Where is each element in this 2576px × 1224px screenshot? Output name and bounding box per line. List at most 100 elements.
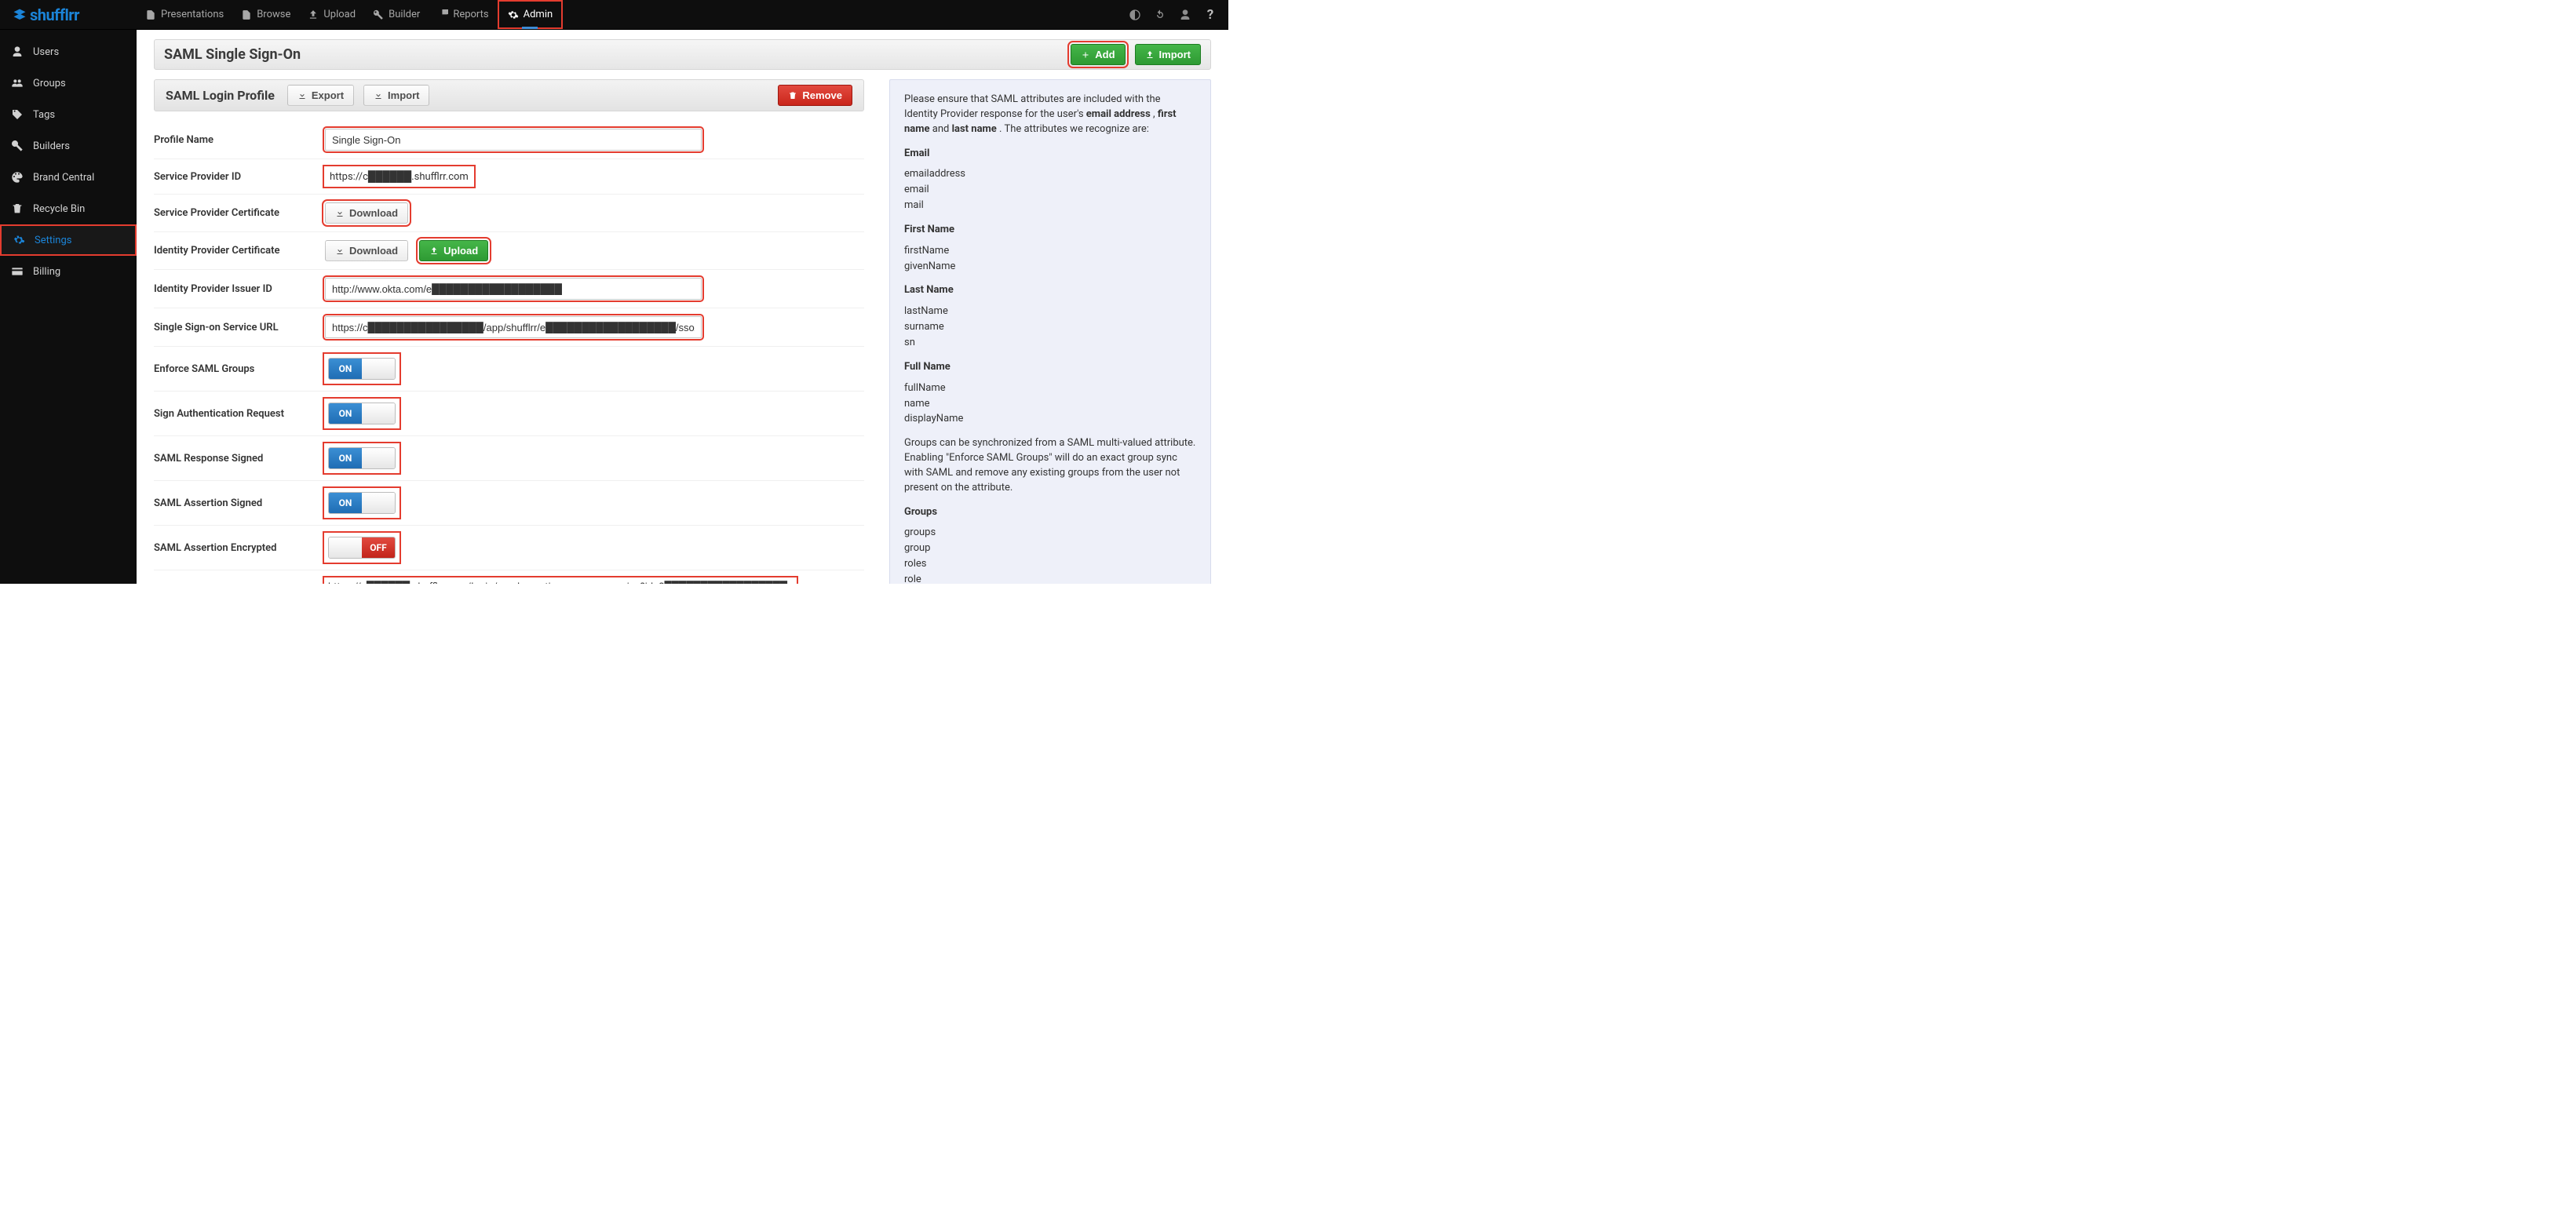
sp-cert-download-button[interactable]: Download (325, 202, 408, 224)
palette-icon (11, 171, 24, 184)
sidebar-item-tags[interactable]: Tags (0, 99, 137, 130)
panel-import-button[interactable]: Import (363, 85, 429, 106)
import-label2: Import (388, 89, 419, 101)
sign-auth-toggle[interactable]: ON (328, 403, 396, 424)
download-icon (335, 209, 345, 218)
attr-item: role (904, 573, 1196, 584)
acs-url-text: https://c██████.shufflrr.com/login/samla… (325, 578, 796, 584)
sidebar-item-label: Tags (33, 109, 55, 121)
import-label: Import (1159, 49, 1191, 60)
sidebar-item-brand-central[interactable]: Brand Central (0, 162, 137, 193)
upload-icon (1145, 50, 1155, 60)
upload-icon (429, 246, 439, 256)
attr-item: groups (904, 526, 1196, 541)
info-panel: Please ensure that SAML attributes are i… (889, 79, 1211, 584)
attr-item: name (904, 397, 1196, 412)
upload-icon (308, 9, 319, 20)
gears-icon (13, 234, 25, 246)
nav-upload[interactable]: Upload (299, 0, 364, 29)
sidebar-item-label: Billing (33, 266, 60, 278)
sidebar-item-billing[interactable]: Billing (0, 256, 137, 287)
idp-issuer-input[interactable] (325, 278, 702, 300)
pie-icon (437, 9, 448, 20)
nav-builder[interactable]: Builder (364, 0, 429, 29)
export-button[interactable]: Export (287, 85, 354, 106)
info-full-head: Full Name (904, 361, 950, 373)
info-email-head: Email (904, 148, 929, 159)
label-idp-issuer: Identity Provider Issuer ID (154, 283, 325, 295)
info-groups-head: Groups (904, 506, 937, 518)
profile-name-input[interactable] (325, 129, 702, 151)
help-icon[interactable]: ? (1200, 5, 1220, 25)
contrast-icon[interactable] (1125, 5, 1145, 25)
gear-icon (508, 9, 519, 20)
export-label: Export (312, 89, 344, 101)
remove-label: Remove (802, 89, 842, 101)
attr-item: roles (904, 557, 1196, 572)
assert-enc-toggle[interactable]: OFF (328, 537, 396, 559)
label-sp-id: Service Provider ID (154, 171, 325, 183)
toggle-on-label: ON (329, 403, 362, 424)
attr-item: firstName (904, 244, 1196, 259)
attr-item: sn (904, 336, 1196, 351)
user-icon (11, 46, 24, 58)
download-icon (374, 91, 383, 100)
sidebar-item-builders[interactable]: Builders (0, 130, 137, 162)
label-profile-name: Profile Name (154, 134, 325, 146)
info-email-b: email address (1086, 108, 1151, 120)
refresh-icon[interactable] (1150, 5, 1170, 25)
wrench-icon (373, 9, 384, 20)
label-idp-cert: Identity Provider Certificate (154, 245, 325, 257)
nav-label: Builder (389, 9, 420, 20)
sidebar-item-settings[interactable]: Settings (0, 224, 137, 256)
attr-item: fullName (904, 381, 1196, 396)
upload-label: Upload (443, 245, 478, 257)
users-icon (11, 77, 24, 89)
nav-presentations[interactable]: Presentations (137, 0, 232, 29)
label-sign-auth: Sign Authentication Request (154, 408, 325, 420)
toggle-off-label: OFF (362, 537, 395, 558)
nav-label: Admin (524, 9, 553, 20)
nav-admin[interactable]: Admin (498, 0, 564, 29)
attr-item: group (904, 541, 1196, 556)
toggle-on-label: ON (329, 493, 362, 513)
attr-item: mail (904, 199, 1196, 213)
brand-stack-icon (13, 8, 27, 22)
info-last-b: last name (952, 123, 997, 135)
remove-button[interactable]: Remove (778, 85, 852, 106)
user-icon[interactable] (1175, 5, 1195, 25)
nav-label: Reports (453, 9, 488, 20)
download-icon (335, 246, 345, 256)
sidebar-item-users[interactable]: Users (0, 36, 137, 67)
attr-item: surname (904, 320, 1196, 335)
toggle-on-label: ON (329, 448, 362, 468)
enforce-groups-toggle[interactable]: ON (328, 358, 396, 380)
label-sp-cert: Service Provider Certificate (154, 207, 325, 219)
sidebar-item-groups[interactable]: Groups (0, 67, 137, 99)
sidebar-item-recycle-bin[interactable]: Recycle Bin (0, 193, 137, 224)
nav-label: Upload (323, 9, 356, 20)
credit-card-icon (11, 265, 24, 278)
file-icon (241, 9, 252, 20)
idp-cert-download-button[interactable]: Download (325, 240, 408, 261)
assert-signed-toggle[interactable]: ON (328, 492, 396, 514)
nav-reports[interactable]: Reports (429, 0, 497, 29)
trash-icon (788, 91, 797, 100)
wrench-icon (11, 140, 24, 152)
acs-url-value: https://c██████.shufflrr.com/login/samla… (325, 578, 796, 584)
sso-url-input[interactable] (325, 316, 702, 338)
label-assert-enc: SAML Assertion Encrypted (154, 542, 325, 554)
resp-signed-toggle[interactable]: ON (328, 447, 396, 469)
brand[interactable]: shufflrr (6, 5, 137, 24)
page-import-button[interactable]: Import (1135, 44, 1201, 65)
trash-icon (11, 202, 24, 215)
brand-name: shufflrr (30, 5, 79, 24)
nav-browse[interactable]: Browse (232, 0, 299, 29)
panel-title: SAML Login Profile (166, 88, 275, 103)
presentation-icon (145, 9, 156, 20)
label-resp-signed: SAML Response Signed (154, 453, 325, 464)
sidebar-item-label: Builders (33, 140, 70, 152)
nav-label: Browse (257, 9, 290, 20)
add-button[interactable]: Add (1071, 44, 1125, 65)
idp-cert-upload-button[interactable]: Upload (419, 240, 488, 261)
